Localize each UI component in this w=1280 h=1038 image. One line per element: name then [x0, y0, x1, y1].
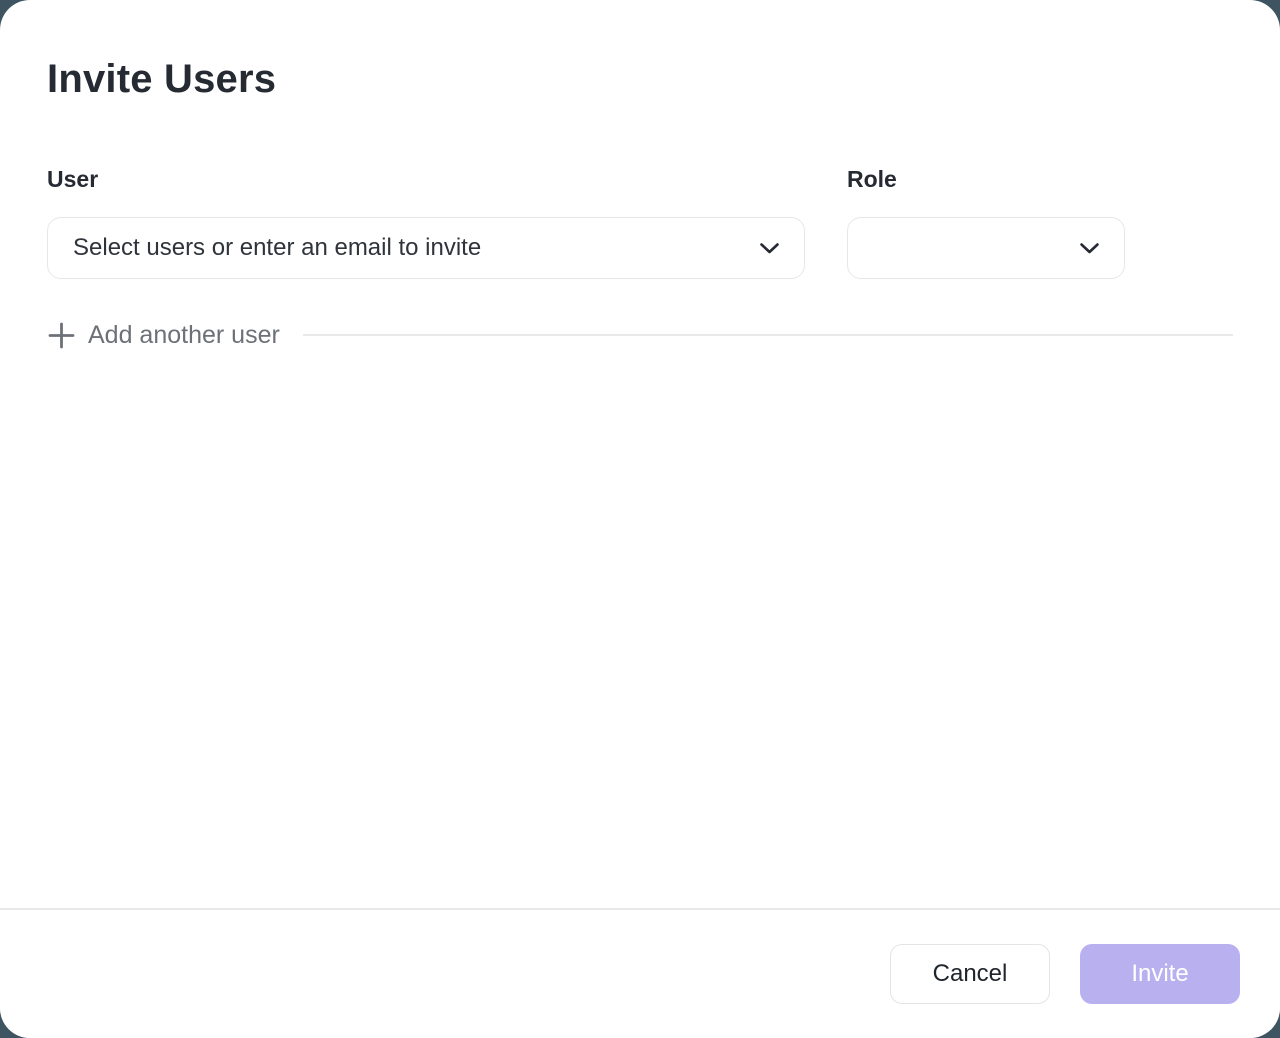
invite-button[interactable]: Invite [1080, 944, 1240, 1004]
chevron-down-icon [759, 242, 780, 255]
add-another-user-row: Add another user [47, 317, 1233, 353]
cancel-button[interactable]: Cancel [890, 944, 1050, 1004]
user-select[interactable]: Select users or enter an email to invite [47, 217, 805, 279]
chevron-down-icon [1079, 242, 1100, 255]
role-field: Role [847, 165, 1125, 279]
add-another-user-button[interactable]: Add another user [47, 321, 280, 350]
user-select-placeholder: Select users or enter an email to invite [73, 234, 481, 262]
invite-users-modal: Invite Users User Select users or enter … [0, 0, 1280, 1038]
modal-body: Invite Users User Select users or enter … [0, 55, 1280, 353]
role-field-label: Role [847, 165, 1125, 193]
modal-title: Invite Users [47, 55, 1233, 103]
horizontal-divider [303, 334, 1233, 336]
plus-icon [47, 321, 76, 350]
role-select[interactable] [847, 217, 1125, 279]
user-field: User Select users or enter an email to i… [47, 165, 805, 279]
add-another-user-label: Add another user [88, 321, 280, 350]
invite-fields-row: User Select users or enter an email to i… [47, 165, 1233, 279]
modal-footer: Cancel Invite [0, 908, 1280, 1038]
user-field-label: User [47, 165, 805, 193]
